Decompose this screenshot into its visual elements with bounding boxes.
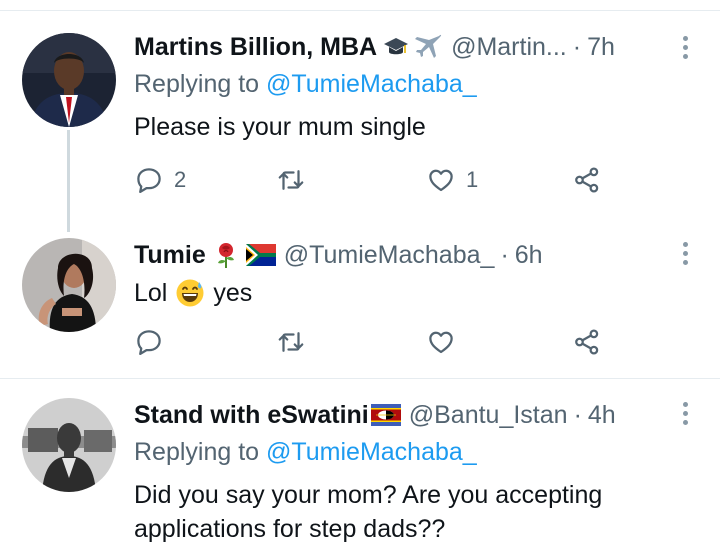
more-options-icon[interactable] [672, 238, 698, 268]
tweet-text-before: Lol [134, 279, 168, 307]
heart-icon [429, 331, 453, 354]
replying-prefix: Replying to [134, 70, 260, 98]
display-name[interactable]: Stand with eSwatini [134, 401, 369, 430]
tweet-tumie[interactable]: Tumie @TumieMachaba_ · 6h Lol yes [0, 230, 720, 378]
more-options-icon[interactable] [672, 32, 698, 62]
tweet-bantu[interactable]: Stand with eSwatini @Bantu_Istan · 4h Re… [0, 379, 720, 556]
replying-prefix: Replying to [134, 438, 260, 466]
rose-icon [212, 241, 240, 269]
more-options-icon[interactable] [672, 398, 698, 428]
retweet-icon [278, 170, 304, 190]
avatar[interactable] [22, 33, 116, 127]
action-bar [134, 324, 614, 360]
retweet-button[interactable] [276, 162, 306, 198]
retweet-button[interactable] [276, 324, 306, 360]
reply-icon [137, 330, 161, 355]
avatar[interactable] [22, 238, 116, 332]
reply-count: 2 [174, 167, 187, 192]
replying-to: Replying to @TumieMachaba_ [134, 438, 680, 472]
heart-icon [429, 169, 453, 192]
eswatini-flag-icon [370, 404, 401, 426]
tweet-text: Lol yes [134, 276, 680, 310]
tweet-text-line: Did you say your mom? Are you accepting [134, 481, 603, 509]
tweet-text-after: yes [213, 279, 253, 307]
reply-icon [137, 168, 161, 193]
thread-line [67, 130, 70, 232]
like-button[interactable]: 1 [426, 162, 478, 198]
separator-dot: · [500, 240, 509, 269]
display-name[interactable]: Martins Billion, MBA [134, 33, 377, 62]
user-handle[interactable]: @TumieMachaba_ [284, 241, 495, 270]
tweet-text: Did you say your mom? Are you accepting … [134, 478, 680, 546]
tweet-text: Please is your mum single [134, 113, 426, 141]
timestamp[interactable]: 6h [515, 241, 543, 270]
replying-mention[interactable]: @TumieMachaba_ [266, 70, 477, 98]
avatar[interactable] [22, 398, 116, 492]
retweet-icon [278, 332, 304, 352]
tweet-header: Tumie @TumieMachaba_ · 6h [134, 238, 680, 272]
share-icon [575, 329, 599, 355]
user-handle[interactable]: @Bantu_Istan [409, 401, 568, 430]
user-handle[interactable]: @Martin... [451, 33, 567, 62]
reply-button[interactable]: 2 [134, 162, 186, 198]
like-button[interactable] [426, 324, 456, 360]
like-count: 1 [466, 167, 479, 192]
share-button[interactable] [572, 324, 602, 360]
timestamp[interactable]: 4h [588, 401, 616, 430]
south-africa-flag-icon [245, 244, 276, 266]
tweet-header: Stand with eSwatini @Bantu_Istan · 4h [134, 398, 680, 432]
display-name[interactable]: Tumie [134, 241, 206, 270]
action-bar: 2 1 [134, 162, 614, 198]
replying-mention[interactable]: @TumieMachaba_ [266, 438, 477, 466]
separator-dot: · [573, 400, 582, 429]
replying-to: Replying to @TumieMachaba_ [134, 70, 680, 104]
grinning-sweat-face-icon [175, 278, 205, 308]
reply-button[interactable] [134, 324, 174, 360]
graduation-cap-icon [383, 36, 409, 58]
timestamp[interactable]: 7h [587, 33, 615, 62]
share-button[interactable] [572, 162, 602, 198]
airplane-icon [415, 33, 443, 61]
separator-dot: · [572, 32, 582, 61]
share-icon [575, 167, 599, 193]
tweet-text-line: applications for step dads?? [134, 515, 446, 543]
tweet-header: Martins Billion, MBA @Martin... · 7h [134, 30, 680, 64]
tweet-martins[interactable]: Martins Billion, MBA @Martin... · 7h Rep… [0, 0, 720, 232]
